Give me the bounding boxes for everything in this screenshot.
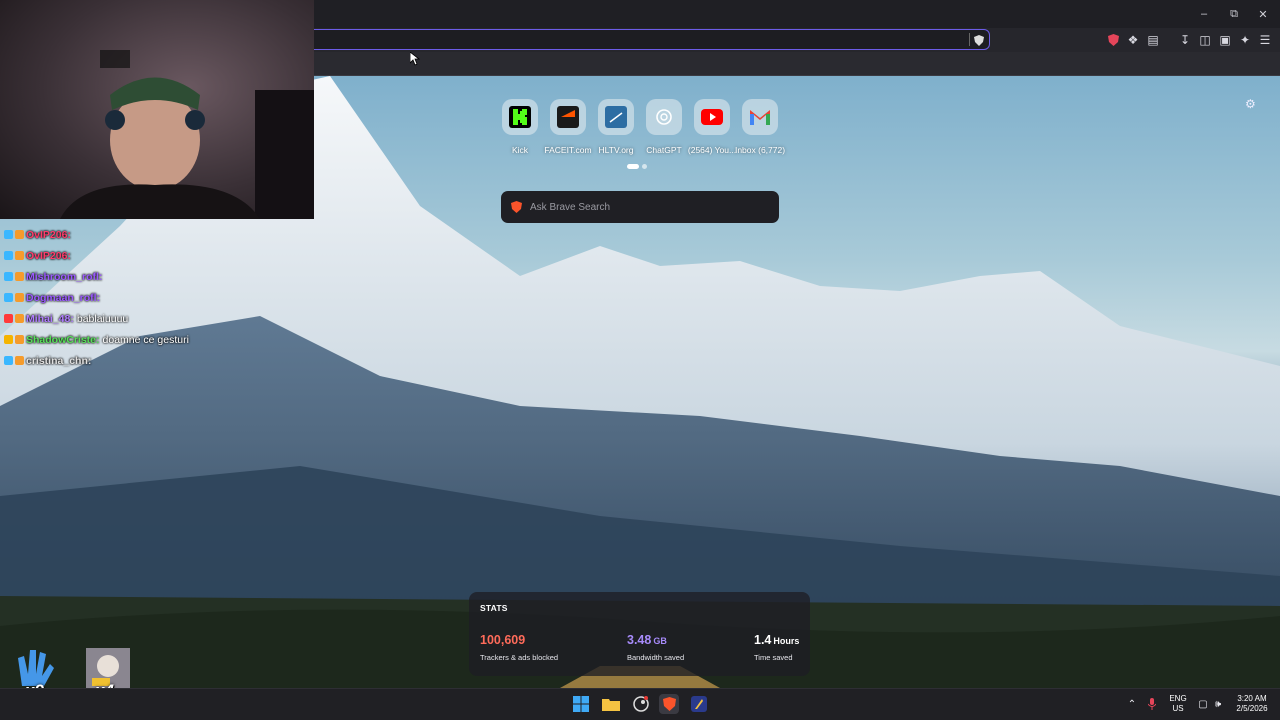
close-icon[interactable]: ✕ [1255, 6, 1271, 22]
chat-badge-icon [15, 293, 24, 302]
chat-badge-icon [4, 314, 13, 323]
brave-rewards-icon[interactable] [969, 33, 984, 46]
faceit-icon [550, 99, 586, 135]
chat-badge-icon [4, 251, 13, 260]
pagination-dot[interactable] [642, 164, 647, 169]
language-indicator[interactable]: ENG US [1166, 694, 1190, 714]
chat-message: cristina_chn: [4, 350, 234, 371]
top-sites-pagination[interactable] [627, 164, 647, 169]
kick-icon [502, 99, 538, 135]
chat-username[interactable]: Dogmaan_rofl: [26, 292, 100, 304]
time-label: Time saved [754, 653, 793, 662]
chat-badge-icon [15, 335, 24, 344]
chat-badge-icon [15, 356, 24, 365]
brave-browser-icon[interactable] [659, 694, 679, 714]
webcam-feed [0, 0, 314, 219]
reader-icon[interactable]: ▤ [1145, 32, 1161, 48]
chat-badge-icon [15, 314, 24, 323]
chat-message: Mishroom_rofl: [4, 266, 234, 287]
bandwidth-unit: GB [653, 636, 667, 646]
app-icon[interactable] [689, 694, 709, 714]
brave-search-box[interactable] [501, 191, 779, 223]
customize-gear-icon[interactable]: ⚙ [1245, 97, 1259, 111]
gmail-icon [742, 99, 778, 135]
chat-badge-icon [15, 272, 24, 281]
chat-message: Dogmaan_rofl: [4, 287, 234, 308]
chat-badge-icon [4, 293, 13, 302]
trackers-value: 100,609 [480, 633, 526, 647]
stats-title: STATS [480, 603, 508, 613]
windows-start-icon[interactable] [571, 694, 591, 714]
chat-message: OvIP206: [4, 245, 234, 266]
chat-message: Mihai_48: bablaiuuuu [4, 308, 234, 329]
chat-username[interactable]: Mihai_48: [26, 313, 74, 325]
leo-ai-icon[interactable]: ✦ [1237, 32, 1253, 48]
trackers-label: Trackers & ads blocked [480, 653, 559, 662]
time-stat: 1.4 Hours Time saved [754, 631, 799, 662]
bandwidth-stat: 3.48 GB Bandwidth saved [627, 631, 684, 662]
minimize-icon[interactable]: – [1196, 6, 1212, 22]
chat-username[interactable]: Mishroom_rofl: [26, 271, 102, 283]
menu-icon[interactable]: ☰ [1257, 32, 1273, 48]
top-site-tile[interactable]: Inbox (6,772) [735, 99, 785, 155]
chat-username[interactable]: cristina_chn: [26, 355, 91, 367]
chevron-up-icon[interactable]: ⌃ [1126, 698, 1138, 710]
file-explorer-icon[interactable] [601, 694, 621, 714]
clock-time: 3:20 AM [1237, 694, 1267, 703]
stats-widget: STATS 100,609 Trackers & ads blocked 3.4… [469, 592, 810, 676]
search-input[interactable] [530, 201, 760, 213]
chat-badge-icon [4, 272, 13, 281]
volume-icon[interactable]: 🕪 [1212, 698, 1224, 710]
bandwidth-label: Bandwidth saved [627, 653, 685, 662]
chatgpt-icon [646, 99, 682, 135]
chat-message: ShadowCriste: doamne ce gesturi [4, 329, 234, 350]
chat-username[interactable]: ShadowCriste: [26, 334, 100, 346]
hltv-icon [598, 99, 634, 135]
time-value: 1.4 [754, 633, 772, 647]
clock[interactable]: 3:20 AM 2/5/2026 [1228, 694, 1276, 714]
region-label: US [1172, 704, 1184, 713]
youtube-icon [694, 99, 730, 135]
chat-badge-icon [15, 251, 24, 260]
chat-badge-icon [4, 356, 13, 365]
top-site-label: Inbox (6,772) [734, 145, 786, 155]
restore-icon[interactable]: ⧉ [1226, 6, 1242, 22]
time-unit: Hours [773, 636, 800, 646]
chat-message: OvIP206: [4, 224, 234, 245]
clock-date: 2/5/2026 [1236, 704, 1268, 713]
network-icon[interactable]: ▢ [1197, 698, 1209, 710]
language-label: ENG [1169, 694, 1187, 703]
sidebar-icon[interactable]: ◫ [1197, 32, 1213, 48]
extensions-icon[interactable]: ❖ [1125, 32, 1141, 48]
trackers-stat: 100,609 Trackers & ads blocked [480, 631, 558, 662]
steam-icon[interactable] [631, 694, 651, 714]
chat-text: bablaiuuuu [76, 312, 129, 325]
bandwidth-value: 3.48 [627, 633, 652, 647]
wallet-icon[interactable]: ▣ [1217, 32, 1233, 48]
pagination-dot[interactable] [627, 164, 639, 169]
chat-username[interactable]: OvIP206: [26, 229, 71, 241]
chat-badge-icon [4, 335, 13, 344]
brave-logo-icon [511, 201, 522, 213]
mouse-cursor-icon [410, 52, 420, 66]
chat-username[interactable]: OvIP206: [26, 250, 71, 262]
chat-badge-icon [4, 230, 13, 239]
microphone-icon[interactable] [1146, 698, 1158, 710]
address-bar[interactable] [300, 29, 990, 50]
chat-text: doamne ce gesturi [102, 333, 189, 346]
stream-chat: OvIP206: OvIP206: Mishroom_rofl: Dogmaan_ro… [4, 224, 234, 371]
brave-shield-icon[interactable] [1105, 32, 1121, 48]
download-icon[interactable]: ↧ [1177, 32, 1193, 48]
chat-badge-icon [15, 230, 24, 239]
